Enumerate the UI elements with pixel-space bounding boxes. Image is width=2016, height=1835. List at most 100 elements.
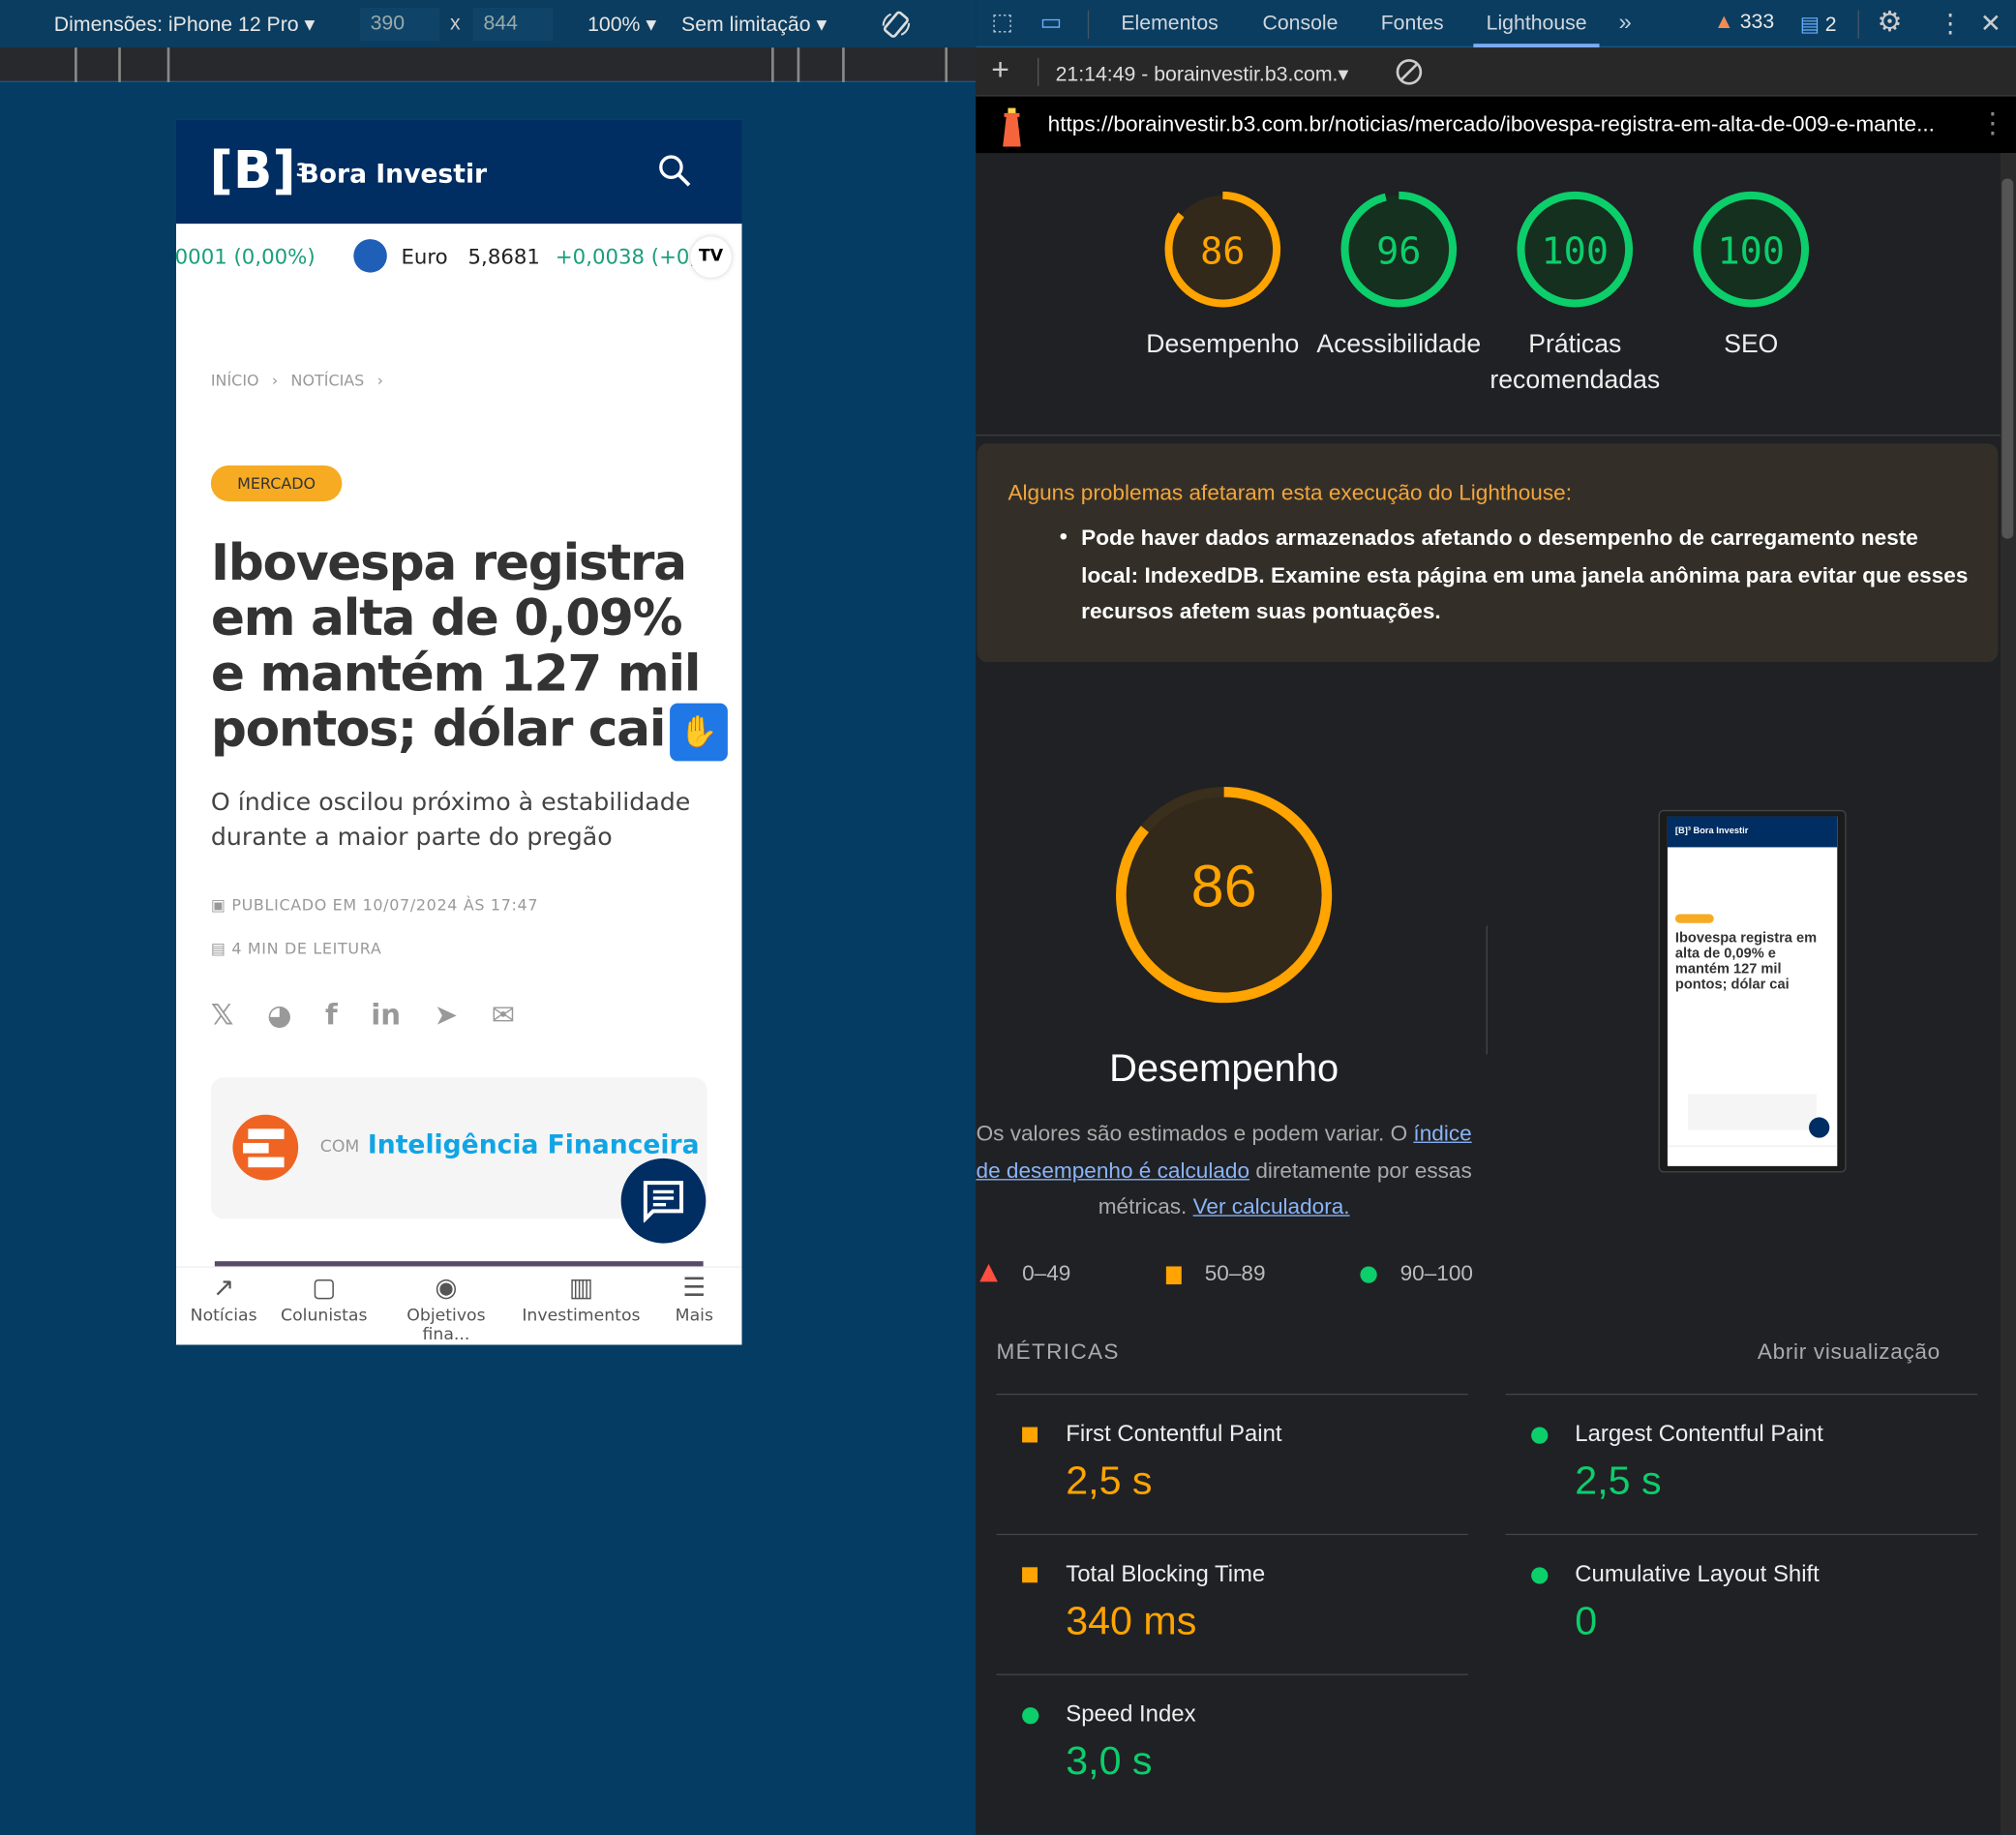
times-label: x <box>449 12 461 35</box>
more-tabs-icon[interactable]: » <box>1618 9 1631 36</box>
pass-circle-icon <box>1531 1427 1549 1444</box>
ticker-value: 5,8681 <box>467 244 540 269</box>
metric-item: Speed Index 3,0 s <box>996 1673 1469 1815</box>
nav-mais[interactable]: ☰ Mais <box>630 1268 742 1326</box>
score-gauge-0[interactable]: 86 Desempenho <box>1132 191 1312 363</box>
report-url[interactable]: https://borainvestir.b3.com.br/noticias/… <box>1048 112 1935 138</box>
score-label: Acessibilidade <box>1316 330 1482 359</box>
metric-value: 3,0 s <box>1066 1737 1153 1784</box>
score-legend: 0–49 50–89 90–100 <box>979 1260 1493 1291</box>
performance-title: Desempenho <box>1109 1047 1339 1091</box>
calculator-link[interactable]: Ver calculadora. <box>1193 1194 1350 1218</box>
height-input[interactable]: 844 <box>472 7 554 41</box>
score-ring: 96 <box>1340 191 1458 308</box>
metric-item: Total Blocking Time 340 ms <box>996 1533 1469 1674</box>
devtools-tabbar: ⬚ ▭ Elementos Console Fontes Lighthouse … <box>976 0 2016 48</box>
nav-objetivos[interactable]: ◉ Objetivos fina... <box>382 1268 511 1345</box>
page-screenshot-thumbnail[interactable]: [B]³ Bora Investir Ibovespa registra em … <box>1658 809 1847 1173</box>
devtools-panel: ⬚ ▭ Elementos Console Fontes Lighthouse … <box>976 0 2016 1835</box>
device-toggle-icon[interactable]: ▭ <box>1040 9 1063 36</box>
accessibility-hand-icon[interactable]: ✋ <box>670 703 728 762</box>
open-view-toggle[interactable]: Abrir visualização <box>1758 1339 1941 1366</box>
tab-elementos[interactable]: Elementos <box>1121 13 1218 36</box>
average-square-icon <box>1022 1427 1038 1443</box>
chat-button[interactable] <box>620 1158 707 1244</box>
metric-name: Largest Contentful Paint <box>1575 1420 1823 1447</box>
site-header: [B]3 Bora Investir <box>175 119 742 225</box>
metric-name: Total Blocking Time <box>1066 1560 1266 1587</box>
pass-circle-icon <box>1360 1266 1377 1283</box>
chevron-right-icon: › <box>271 371 279 390</box>
warning-box: Alguns problemas afetaram esta execução … <box>977 443 1999 663</box>
more-options-icon[interactable]: ⋮ <box>1938 8 1964 40</box>
read-time-text: 4 MIN DE LEITURA <box>231 940 382 958</box>
metric-value: 0 <box>1575 1598 1598 1643</box>
article-subtitle: O índice oscilou próximo à estabilidade … <box>210 788 691 852</box>
user-portrait-icon: ▢ <box>312 1271 337 1303</box>
width-input[interactable]: 390 <box>359 7 440 41</box>
tradingview-icon[interactable]: TV <box>690 236 732 278</box>
target-icon: ◉ <box>435 1271 458 1303</box>
ticker-change: +0,0038 (+0,( <box>555 244 705 269</box>
scrollbar[interactable] <box>2000 153 2016 1835</box>
device-viewport: Dimensões: iPhone 12 Pro ▾ 390 x 844 100… <box>0 0 977 1835</box>
score-gauge-2[interactable]: 100 Práticas recomendadas <box>1485 191 1665 399</box>
tab-fontes[interactable]: Fontes <box>1381 13 1444 36</box>
nav-label: Investimentos <box>522 1306 641 1326</box>
calendar-icon: ▣ <box>210 895 232 915</box>
inspect-element-icon[interactable]: ⬚ <box>991 9 1013 36</box>
tab-console[interactable]: Console <box>1262 13 1338 36</box>
ticker-bar: 0001 (0,00%) Euro 5,8681 +0,0038 (+0,( T… <box>176 224 741 289</box>
breadcrumb-home[interactable]: INÍCIO <box>211 372 259 390</box>
b3-logo[interactable]: [B]3 <box>210 142 309 198</box>
messages-count: 2 <box>1824 14 1837 37</box>
warning-title: Alguns problemas afetaram esta execução … <box>1008 480 1572 506</box>
score-value: 96 <box>1376 229 1421 273</box>
metric-item: Cumulative Layout Shift 0 <box>1505 1533 1978 1674</box>
report-menu-icon[interactable]: ⋮ <box>1978 106 2006 140</box>
warning-item: Pode haver dados armazenados afetando o … <box>1081 526 1969 624</box>
metric-item: Largest Contentful Paint 2,5 s <box>1505 1393 1978 1534</box>
new-report-plus-icon[interactable]: + <box>991 52 1009 88</box>
tab-lighthouse[interactable]: Lighthouse <box>1473 0 1600 48</box>
nav-label: Colunistas <box>281 1306 368 1326</box>
metric-value: 2,5 s <box>1575 1458 1662 1503</box>
device-select[interactable]: Dimensões: iPhone 12 Pro ▾ <box>54 11 315 37</box>
nav-colunistas[interactable]: ▢ Colunistas <box>259 1268 388 1326</box>
device-label: Dimensões: iPhone 12 Pro <box>53 13 299 36</box>
score-gauge-1[interactable]: 96 Acessibilidade <box>1309 191 1489 363</box>
bottom-nav: ↗ Notícias ▢ Colunistas ◉ Objetivos fina...… <box>175 1266 742 1345</box>
score-ring: 86 <box>1164 191 1281 308</box>
lighthouse-logo-icon <box>1003 107 1021 147</box>
breadcrumb-news[interactable]: NOTÍCIAS <box>291 372 365 390</box>
report-select[interactable]: 21:14:49 - borainvestir.b3.com.▾ <box>1056 62 1349 88</box>
media-query-ruler[interactable] <box>0 47 977 83</box>
zoom-select[interactable]: 100% ▾ <box>587 11 656 37</box>
warnings-counter[interactable]: ▲ 333 <box>1714 12 1774 35</box>
legend-pass: 90–100 <box>1399 1261 1473 1286</box>
message-icon: ▤ <box>1799 14 1820 37</box>
nav-investimentos[interactable]: ▥ Investimentos <box>517 1268 646 1326</box>
score-value: 100 <box>1542 229 1610 273</box>
linkedin-icon[interactable]: in <box>371 1000 401 1032</box>
email-icon[interactable]: ✉ <box>492 1000 515 1032</box>
metric-name: Speed Index <box>1066 1700 1196 1728</box>
whatsapp-icon[interactable]: ◕ <box>267 1000 292 1032</box>
messages-counter[interactable]: ▤ 2 <box>1800 12 1837 38</box>
partner-logo-icon <box>232 1114 299 1181</box>
facebook-icon[interactable]: f <box>325 1000 338 1032</box>
category-badge[interactable]: MERCADO <box>210 465 343 502</box>
telegram-icon[interactable]: ➤ <box>435 1000 458 1032</box>
score-gauge-3[interactable]: 100 SEO <box>1661 191 1841 363</box>
search-icon[interactable] <box>657 153 693 189</box>
rotate-icon[interactable] <box>880 8 914 42</box>
x-twitter-icon[interactable]: 𝕏 <box>211 1000 234 1032</box>
score-label: Práticas recomendadas <box>1489 330 1661 395</box>
thumbnail-title: Ibovespa registra em alta de 0,09% e man… <box>1674 930 1818 993</box>
settings-gear-icon[interactable]: ⚙ <box>1877 5 1902 39</box>
euro-flag-icon <box>353 239 387 273</box>
share-bar: 𝕏 ◕ f in ➤ ✉ <box>211 1000 515 1032</box>
close-icon[interactable]: ✕ <box>1980 8 2001 40</box>
throttle-select[interactable]: Sem limitação ▾ <box>681 11 827 37</box>
clear-block-icon[interactable] <box>1395 58 1423 86</box>
